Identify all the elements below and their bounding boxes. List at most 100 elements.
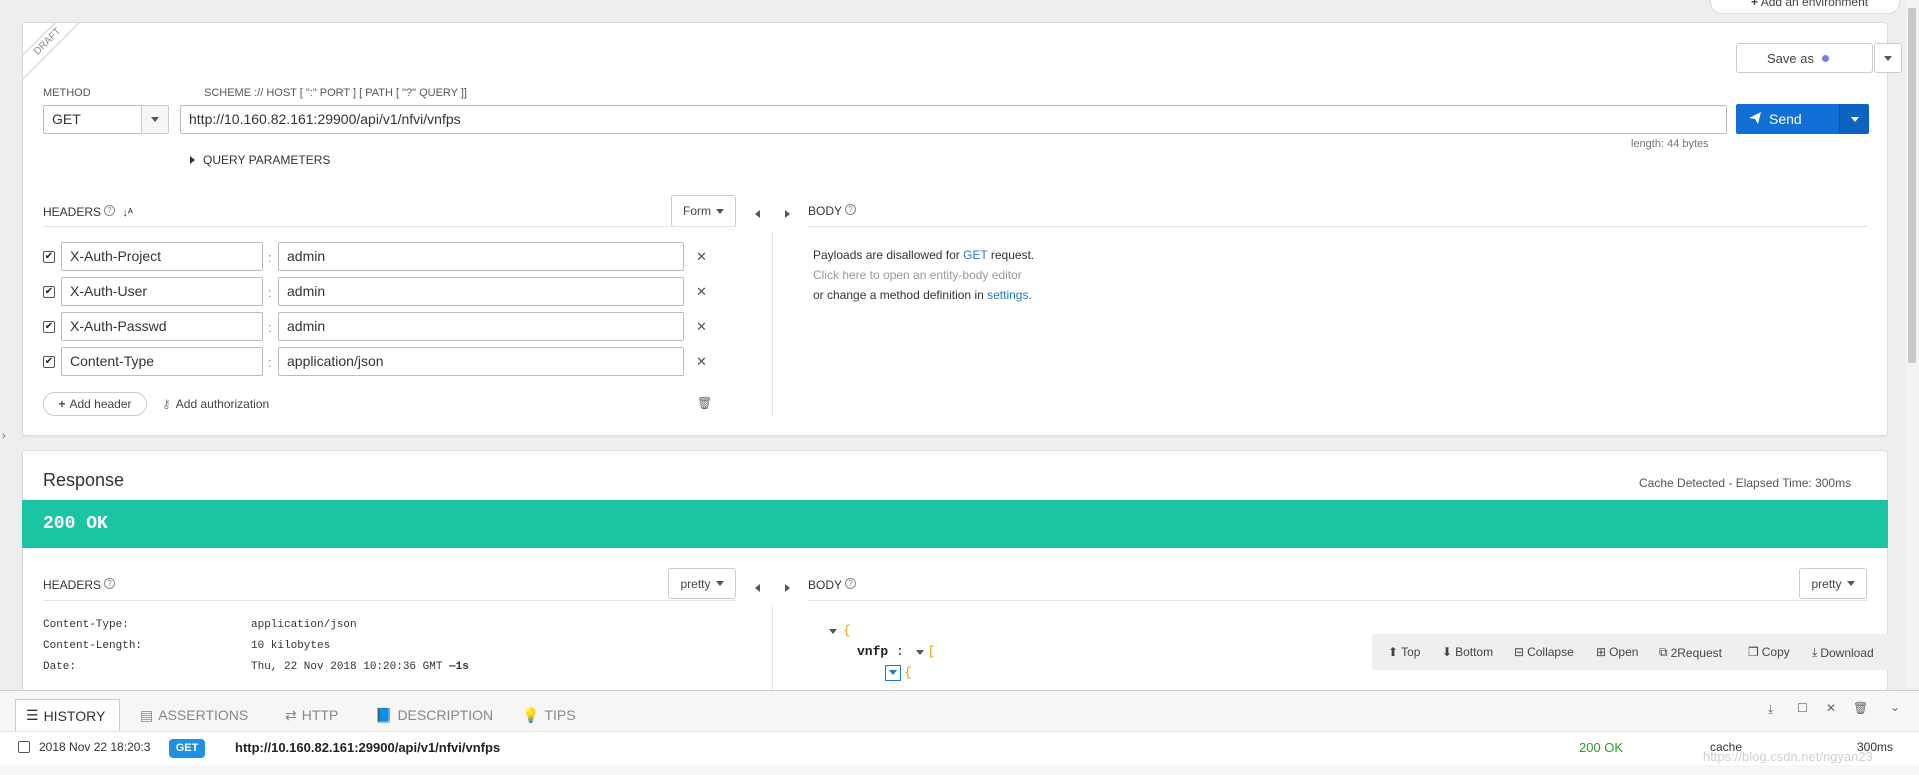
drawer-close-icon[interactable]: ✕ [1826,701,1836,715]
collapse-button[interactable]: ⊟ Collapse [1514,645,1574,659]
method-dropdown[interactable] [141,105,169,134]
method-select[interactable]: GET [43,105,143,134]
watermark: https://blog.csdn.net/ngyan23 [1703,749,1873,764]
headers-pretty-select[interactable]: pretty [668,568,736,599]
chevron-down-icon [716,208,724,214]
drawer-import-icon[interactable]: ⤓ [1768,702,1773,717]
json-viewer: { vnfp : [ { [829,620,935,683]
collapse-left-icon[interactable] [755,580,760,595]
arrow-up-circle-icon: ⬆ [1388,645,1399,659]
scrollbar[interactable] [1905,0,1919,688]
book-icon: 📘 [375,706,393,723]
tab-http[interactable]: ⇄ HTTP [285,700,338,730]
chevron-down-icon [1846,581,1855,586]
request-headers-label: HEADERS? ↓ᴬ [43,205,133,219]
header-value-input[interactable]: admin [278,242,684,271]
method-label: METHOD [43,87,91,99]
copy-request-icon: ⧉ [1659,645,1668,659]
open-entity-editor-link[interactable]: Click here to open an entity-body editor [813,265,1034,285]
response-body-label: BODY? [808,578,857,592]
chevron-down-icon [715,581,724,586]
expand-right-icon[interactable] [785,206,790,221]
body-divider [808,226,1868,227]
sidebar-toggle[interactable]: › [2,430,6,442]
close-icon[interactable]: ✕ [696,284,707,300]
response-headers-divider [43,600,736,601]
response-title: Response [43,470,125,490]
collapse-left-icon[interactable] [755,206,760,221]
settings-link[interactable]: settings [987,288,1028,302]
chevron-right-icon [190,156,195,164]
copy-icon: ❐ [1748,645,1759,659]
to-request-button[interactable]: ⧉ 2Request [1659,645,1722,660]
close-icon[interactable]: ✕ [696,249,707,265]
add-authorization-link[interactable]: ⚷ Add authorization [162,397,269,411]
scheme-label: SCHEME :// HOST [ ":" PORT ] [ PATH [ "?… [204,87,467,99]
drawer-maximize-icon[interactable]: ☐ [1797,701,1808,715]
method-link[interactable]: GET [963,248,987,262]
drawer-trash-icon[interactable]: 🗑 [1853,701,1868,715]
send-dropdown[interactable] [1839,104,1869,134]
chevron-down-icon [1884,55,1892,61]
save-as-button[interactable]: Save as [1736,43,1873,73]
top-button[interactable]: ⬆ Top [1388,645,1420,659]
add-header-button[interactable]: + Add header [43,392,147,416]
minus-square-icon: ⊟ [1514,645,1525,659]
header-name-input[interactable]: X-Auth-Passwd [61,312,263,341]
download-button[interactable]: ⤓ Download [1812,645,1874,660]
separator: : [268,355,272,370]
table-icon: ▤ [140,706,154,723]
response-body-divider [808,600,1868,601]
help-icon: ? [104,578,116,589]
sort-icon[interactable]: ↓ᴬ [122,207,132,219]
status-text: 200 OK [43,514,108,534]
header-value-input[interactable]: admin [278,312,684,341]
expand-right-icon[interactable] [785,580,790,595]
history-url[interactable]: http://10.160.82.161:29900/api/v1/nfvi/v… [235,740,500,755]
tab-history[interactable]: ☰ HISTORY [15,699,120,731]
tab-description[interactable]: 📘 DESCRIPTION [375,700,493,730]
paper-plane-icon [1748,111,1762,128]
copy-button[interactable]: ❐ Copy [1748,645,1790,659]
response-header-row: Content-Type: application/json [43,619,357,631]
plus-icon: + [58,397,66,411]
header-enabled-checkbox[interactable]: ✔ [43,321,55,333]
download-icon: ⤓ [1812,645,1818,659]
header-enabled-checkbox[interactable]: ✔ [43,251,55,263]
response-split-divider [772,606,773,690]
plus-square-icon: ⊞ [1596,645,1607,659]
query-params-toggle[interactable]: QUERY PARAMETERS [190,153,330,167]
header-enabled-checkbox[interactable]: ✔ [43,356,55,368]
url-input[interactable]: http://10.160.82.161:29900/api/v1/nfvi/v… [180,105,1727,134]
json-key: vnfp [857,644,889,659]
tab-assertions[interactable]: ▤ ASSERTIONS [140,700,248,730]
add-environment-button[interactable]: + Add an environment [1710,0,1900,14]
collapse-toggle-icon[interactable] [885,664,901,681]
open-button[interactable]: ⊞ Open [1596,645,1638,659]
collapse-toggle-icon[interactable] [829,629,837,634]
drawer-collapse-icon[interactable]: ⌄ [1890,700,1900,714]
header-value-input[interactable]: admin [278,277,684,306]
bottom-button[interactable]: ⬇ Bottom [1442,645,1493,659]
header-enabled-checkbox[interactable]: ✔ [43,286,55,298]
header-value-input[interactable]: application/json [278,347,684,376]
tab-tips[interactable]: 💡 TIPS [522,700,576,730]
collapse-toggle-icon[interactable] [915,650,924,655]
header-name-input[interactable]: Content-Type [61,347,263,376]
headers-mode-select[interactable]: Form [671,195,736,227]
save-as-dropdown[interactable] [1874,43,1902,73]
history-select-checkbox[interactable] [18,741,30,753]
unsaved-dot-icon [1821,54,1829,62]
help-icon: ? [845,578,857,589]
body-pretty-select[interactable]: pretty [1799,568,1867,599]
response-header-list: Content-Type: application/json Content-Le… [43,615,469,678]
separator: : [268,285,272,300]
trash-icon[interactable]: 🗑 [697,396,712,410]
help-icon: ? [104,205,116,216]
close-icon[interactable]: ✕ [696,354,707,370]
close-icon[interactable]: ✕ [696,319,707,335]
cache-info: Cache Detected - Elapsed Time: 300ms [1639,476,1852,490]
header-name-input[interactable]: X-Auth-User [61,277,263,306]
header-name-input[interactable]: X-Auth-Project [61,242,263,271]
scrollbar-thumb[interactable] [1908,8,1916,363]
